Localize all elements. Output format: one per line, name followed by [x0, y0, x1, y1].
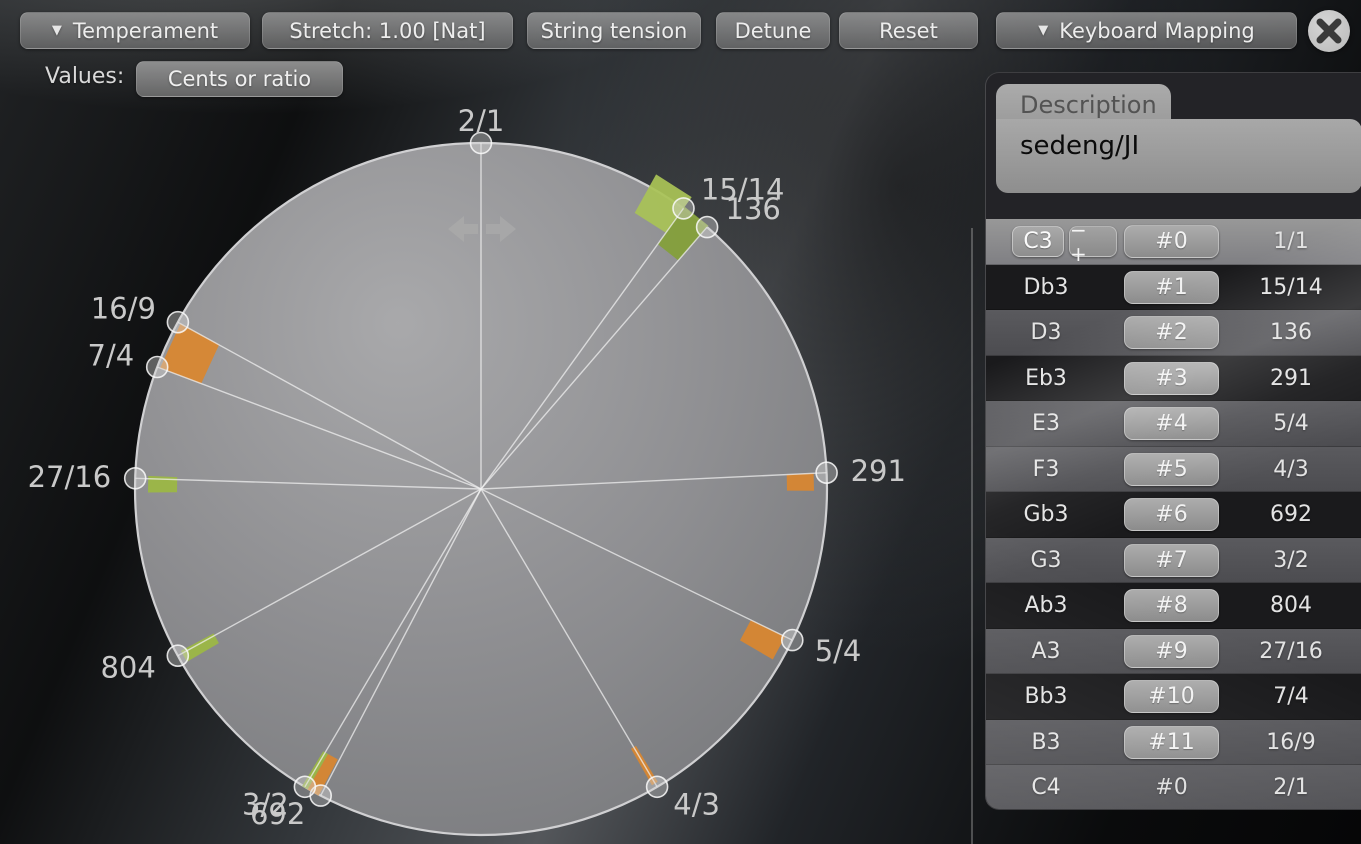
note-label: E3	[1001, 401, 1091, 447]
deviation-marker	[787, 473, 814, 490]
note-label: G3	[1001, 538, 1091, 584]
pitch-label-27-16: 27/16	[28, 460, 112, 494]
interval-value[interactable]: 7/4	[1226, 674, 1356, 720]
interval-value[interactable]: 5/4	[1226, 401, 1356, 447]
pitch-knob-5-4[interactable]	[782, 630, 803, 651]
description-box[interactable]: sedeng/JI	[996, 119, 1361, 193]
note-label: Db3	[1001, 265, 1091, 311]
interval-value[interactable]: 3/2	[1226, 538, 1356, 584]
degree-index-button[interactable]: #3	[1124, 362, 1219, 395]
mapping-row-ab3[interactable]: Ab3 #8804	[986, 583, 1361, 629]
note-label: C4	[1001, 765, 1091, 810]
description-text[interactable]: sedeng/JI	[1020, 131, 1139, 161]
mapping-row-f3[interactable]: F3 #54/3	[986, 447, 1361, 493]
interval-value[interactable]: 136	[1226, 310, 1356, 356]
pitch-knob-15-14[interactable]	[673, 198, 694, 219]
note-label: A3	[1001, 629, 1091, 675]
pitch-label-2-1: 2/1	[458, 104, 505, 138]
interval-value[interactable]: 692	[1226, 492, 1356, 538]
interval-value[interactable]: 15/14	[1226, 265, 1356, 311]
pitch-knob-3-2[interactable]	[294, 776, 315, 797]
note-label: Ab3	[1001, 583, 1091, 629]
pitch-knob-291[interactable]	[816, 462, 837, 483]
mapping-row-db3[interactable]: Db3 #115/14	[986, 265, 1361, 311]
degree-index-button[interactable]: #5	[1124, 453, 1219, 486]
degree-index-button[interactable]: #1	[1124, 271, 1219, 304]
pitch-label-4-3: 4/3	[673, 788, 720, 822]
chevron-down-icon: ▼	[1038, 23, 1048, 38]
keyboard-mapping-panel-edge	[971, 228, 973, 844]
degree-index-button[interactable]: #11	[1124, 726, 1219, 759]
note-label: Bb3	[1001, 674, 1091, 720]
pitch-label-5-4: 5/4	[815, 634, 862, 668]
interval-value[interactable]: 804	[1226, 583, 1356, 629]
mapping-row-a3[interactable]: A3 #927/16	[986, 629, 1361, 675]
mapping-row-g3[interactable]: G3 #73/2	[986, 538, 1361, 584]
mapping-row-gb3[interactable]: Gb3 #6692	[986, 492, 1361, 538]
pitch-label-3-2: 3/2	[242, 788, 289, 822]
close-button[interactable]	[1308, 10, 1350, 52]
pitch-knob-7-4[interactable]	[147, 357, 168, 378]
octave-minus-plus-button[interactable]: − +	[1069, 226, 1117, 257]
pitch-label-804: 804	[100, 650, 155, 684]
note-label: Eb3	[1001, 356, 1091, 402]
mapping-row-e3[interactable]: E3 #45/4	[986, 401, 1361, 447]
note-label: D3	[1001, 310, 1091, 356]
mapping-table: C3− +#01/1Db3#115/14D3#2136Eb3#3291E3#45…	[986, 219, 1361, 810]
mapping-row-c3[interactable]: C3− +#01/1	[986, 219, 1361, 265]
degree-index-button[interactable]: #9	[1124, 635, 1219, 668]
interval-value[interactable]: 16/9	[1226, 720, 1356, 766]
keyboard-mapping-menu-button[interactable]: ▼ Keyboard Mapping	[996, 12, 1297, 49]
mapping-row-bb3[interactable]: Bb3 #107/4	[986, 674, 1361, 720]
interval-value[interactable]: 1/1	[1226, 219, 1356, 265]
degree-index-button[interactable]: #4	[1124, 407, 1219, 440]
interval-value[interactable]: 4/3	[1226, 447, 1356, 493]
interval-value[interactable]: 291	[1226, 356, 1356, 402]
degree-index-button[interactable]: #6	[1124, 498, 1219, 531]
interval-value[interactable]: 27/16	[1226, 629, 1356, 675]
pitch-knob-136[interactable]	[697, 217, 718, 238]
pitch-knob-27-16[interactable]	[125, 468, 146, 489]
keyboard-mapping-panel: Description sedeng/JI C3− +#01/1Db3#115/…	[985, 72, 1361, 810]
tab-description[interactable]: Description	[996, 84, 1171, 124]
note-label: F3	[1001, 447, 1091, 493]
pitch-label-291: 291	[851, 454, 906, 488]
pitch-knob-4-3[interactable]	[647, 776, 668, 797]
close-x-icon	[1308, 10, 1350, 52]
degree-index-label: #0	[1124, 765, 1219, 810]
note-label: B3	[1001, 720, 1091, 766]
degree-index-button[interactable]: #2	[1124, 316, 1219, 349]
degree-index-button[interactable]: #7	[1124, 544, 1219, 577]
mapping-row-d3[interactable]: D3 #2136	[986, 310, 1361, 356]
pitch-label-7-4: 7/4	[88, 338, 135, 372]
pitch-label-136: 136	[726, 192, 781, 226]
keyboard-mapping-label: Keyboard Mapping	[1059, 19, 1255, 43]
note-select-button[interactable]: C3	[1012, 226, 1064, 257]
pitch-label-16-9: 16/9	[91, 291, 156, 325]
degree-index-button[interactable]: #8	[1124, 589, 1219, 622]
pitch-knob-804[interactable]	[167, 645, 188, 666]
note-label: Gb3	[1001, 492, 1091, 538]
pitch-knob-16-9[interactable]	[167, 312, 188, 333]
mapping-row-b3[interactable]: B3 #1116/9	[986, 720, 1361, 766]
tuning-circle: 2/115/141362915/44/36923/280427/167/416/…	[0, 0, 985, 844]
degree-index-button[interactable]: #0	[1124, 225, 1219, 258]
mapping-row-c4[interactable]: C4 #02/1	[986, 765, 1361, 810]
interval-value[interactable]: 2/1	[1226, 765, 1356, 810]
mapping-row-eb3[interactable]: Eb3 #3291	[986, 356, 1361, 402]
degree-index-button[interactable]: #10	[1124, 680, 1219, 713]
